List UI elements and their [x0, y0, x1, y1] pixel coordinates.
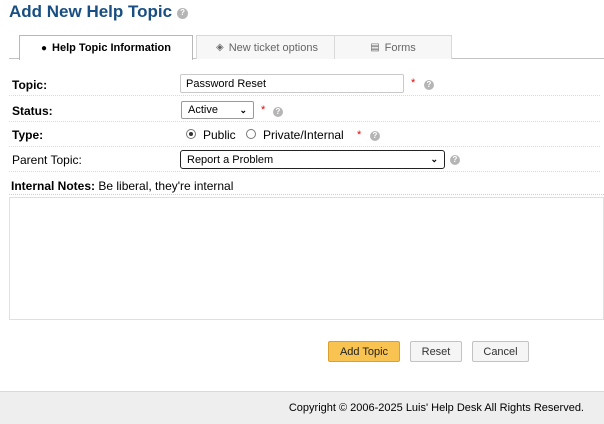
required-mark: * [261, 104, 266, 116]
help-icon[interactable]: ? [273, 107, 283, 117]
topic-label: Topic: [12, 78, 48, 92]
required-mark: * [357, 129, 362, 141]
internal-notes-heading: Internal Notes: Be liberal, they're inte… [11, 179, 233, 193]
tab-help-topic-information[interactable]: ● Help Topic Information [19, 35, 193, 60]
type-private-radio[interactable] [246, 129, 256, 139]
status-select[interactable]: Active ⌄ [181, 101, 254, 119]
reset-button[interactable]: Reset [410, 341, 462, 362]
type-public-label[interactable]: Public [203, 128, 236, 142]
tab-label: New ticket options [228, 41, 318, 54]
copyright-text: Copyright © 2006-2025 Luis' Help Desk Al… [288, 402, 584, 414]
page-title-text: Add New Help Topic [9, 2, 173, 21]
status-row: Status: [9, 97, 600, 122]
cancel-button[interactable]: Cancel [472, 341, 529, 362]
add-topic-button[interactable]: Add Topic [328, 341, 400, 362]
info-circle-icon: ● [40, 42, 48, 54]
help-icon[interactable]: ? [450, 155, 460, 165]
divider [9, 194, 604, 195]
status-select-value: Active [188, 104, 218, 116]
footer: Copyright © 2006-2025 Luis' Help Desk Al… [0, 391, 604, 424]
status-label: Status: [12, 104, 53, 118]
internal-notes-editor[interactable] [9, 197, 604, 320]
type-label: Type: [12, 128, 44, 142]
tab-forms[interactable]: ▤ Forms [334, 35, 452, 59]
tab-label: Help Topic Information [52, 42, 171, 54]
tab-bar: ● Help Topic Information ◈ New ticket op… [9, 35, 604, 60]
tab-new-ticket-options[interactable]: ◈ New ticket options [196, 35, 338, 59]
topic-input[interactable] [180, 74, 404, 93]
parent-topic-label: Parent Topic: [12, 153, 82, 167]
help-icon[interactable]: ? [177, 7, 189, 19]
type-public-radio[interactable] [186, 129, 196, 139]
tab-label: Forms [384, 41, 416, 54]
parent-topic-select[interactable]: Report a Problem ⌄ [180, 150, 445, 169]
help-icon[interactable]: ? [424, 80, 434, 90]
internal-notes-hint: Be liberal, they're internal [98, 179, 234, 193]
chevron-down-icon: ⌄ [239, 104, 247, 115]
required-mark: * [411, 77, 416, 89]
forms-icon: ▤ [370, 42, 380, 53]
internal-notes-label: Internal Notes: [11, 179, 96, 193]
chevron-down-icon: ⌄ [430, 154, 438, 164]
type-private-label[interactable]: Private/Internal [263, 128, 344, 142]
parent-topic-select-value: Report a Problem [187, 153, 274, 166]
help-icon[interactable]: ? [370, 131, 380, 141]
tag-icon: ◈ [216, 42, 224, 53]
page-title: Add New Help Topic ? [9, 2, 189, 22]
